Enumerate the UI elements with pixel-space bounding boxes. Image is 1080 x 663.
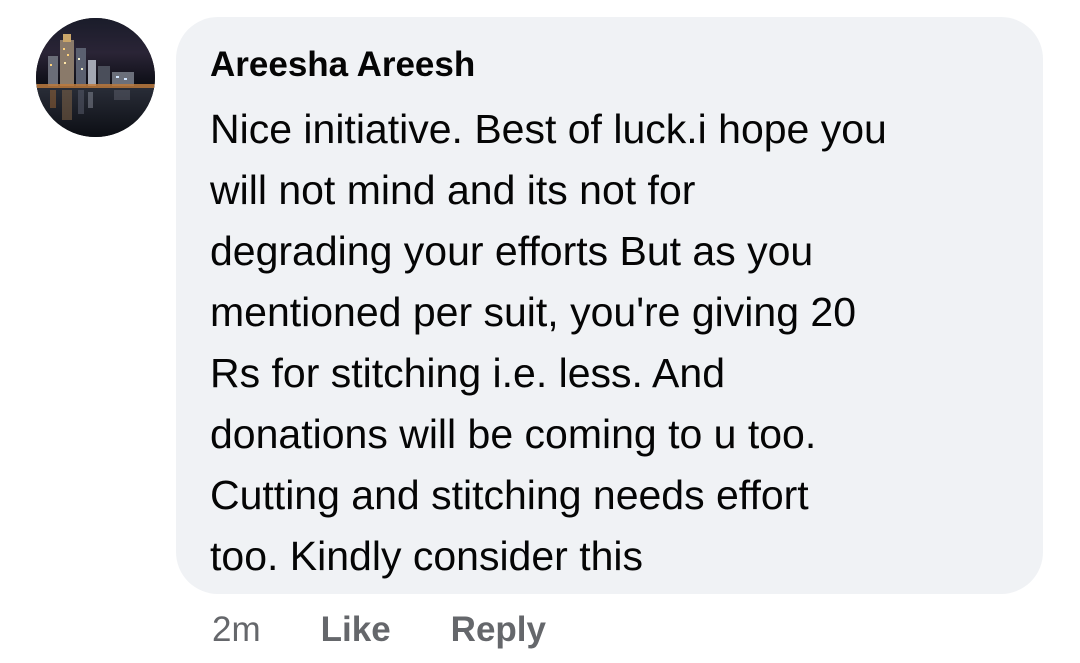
comment-bubble: Areesha Areesh Nice initiative. Best of … xyxy=(176,17,1043,594)
comment-body-line: Rs for stitching i.e. less. And xyxy=(210,350,726,396)
city-night-skyline-avatar-icon xyxy=(36,18,155,137)
comment-body-line: Cutting and stitching needs effort xyxy=(210,472,809,518)
reply-button[interactable]: Reply xyxy=(451,610,546,650)
comment-body-line: too. Kindly consider this xyxy=(210,533,644,579)
comment-actions: 2m Like Reply xyxy=(212,604,546,656)
comment-body-line: degrading your efforts But as you xyxy=(210,228,814,274)
avatar[interactable] xyxy=(36,18,155,137)
comment: Areesha Areesh Nice initiative. Best of … xyxy=(0,0,1080,663)
comment-body-line: will not mind and its not for xyxy=(210,167,696,213)
comment-body-line: mentioned per suit, you're giving 20 xyxy=(210,289,856,335)
comment-author-name[interactable]: Areesha Areesh xyxy=(210,43,1023,87)
comment-body-line: Nice initiative. Best of luck.i hope you xyxy=(210,106,887,152)
comment-body-line: donations will be coming to u too. xyxy=(210,411,817,457)
comment-timestamp[interactable]: 2m xyxy=(212,610,261,650)
comment-body: Nice initiative. Best of luck.i hope you… xyxy=(210,99,1023,587)
like-button[interactable]: Like xyxy=(321,610,391,650)
